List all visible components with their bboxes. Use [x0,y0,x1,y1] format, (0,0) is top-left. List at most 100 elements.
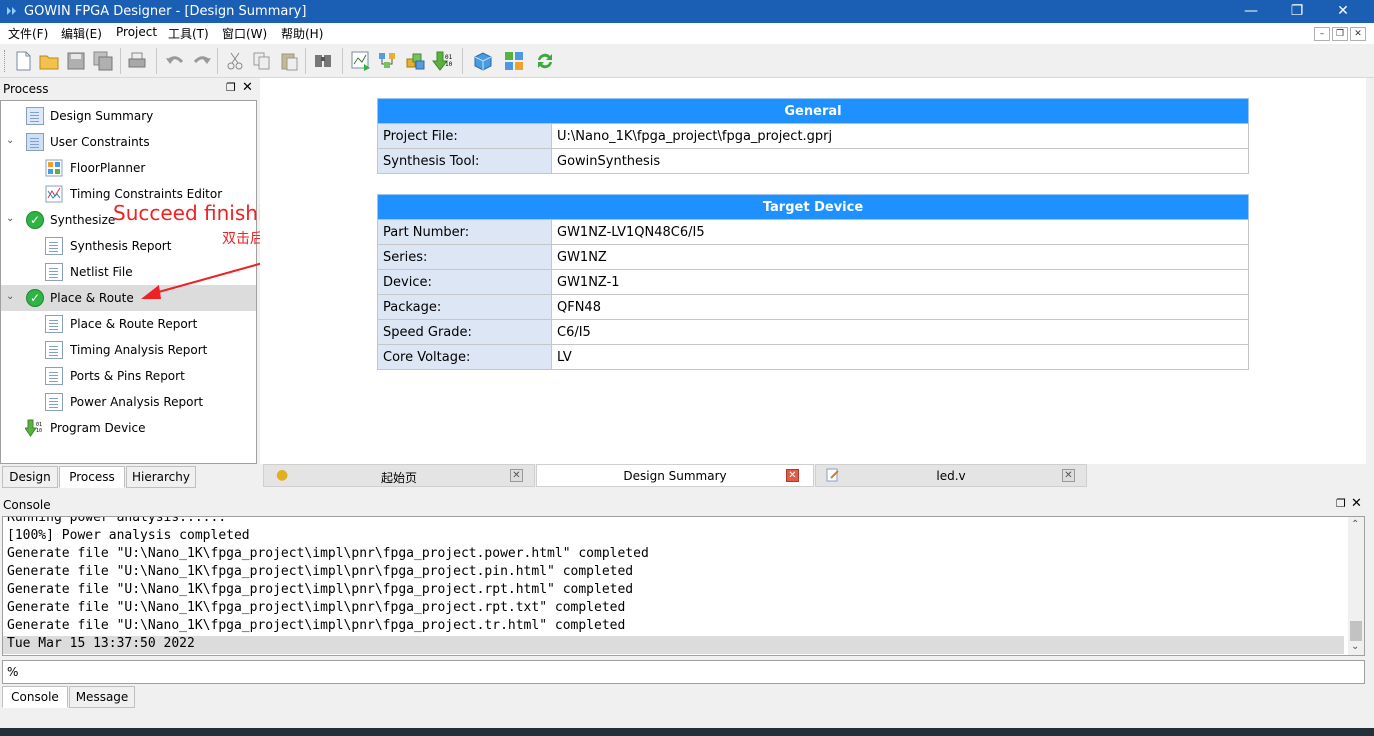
doc-tab-design-summary[interactable]: Design Summary ✕ [536,464,814,487]
process-item-program-device[interactable]: 01 10 Program Device [1,415,256,441]
synthesize-run-icon[interactable] [350,50,372,72]
process-item-timing-analysis-report[interactable]: Timing Analysis Report [1,337,256,363]
save-icon[interactable] [65,50,87,72]
redo-icon[interactable] [191,50,213,72]
float-panel-icon[interactable]: ❐ [1336,497,1346,510]
maximize-button[interactable]: ❐ [1274,0,1320,23]
toolbar-separator [462,48,463,74]
console-line: Tue Mar 15 13:37:50 2022 [7,636,195,651]
close-panel-icon[interactable]: ✕ [242,80,253,95]
tab-process[interactable]: Process [59,466,125,488]
close-tab-icon[interactable]: ✕ [510,469,523,482]
close-window-button[interactable]: ✕ [1320,0,1366,23]
tab-message[interactable]: Message [69,686,135,708]
floorplanner-icon[interactable] [503,50,525,72]
program-device-icon[interactable]: 0110 [431,50,453,72]
close-tab-icon[interactable]: ✕ [1062,469,1075,482]
console-header: Console ❐ ✕ [0,496,1374,514]
mdi-minimize-button[interactable]: – [1314,27,1330,41]
row-value: U:\Nano_1K\fpga_project\fpga_project.gpr… [551,123,1249,149]
scrollbar-thumb[interactable] [1350,621,1362,641]
ip-core-icon[interactable] [472,50,494,72]
menu-tools[interactable]: 工具(T) [168,25,209,42]
table-row: Synthesis Tool: GowinSynthesis [377,148,1249,174]
process-item-label: Netlist File [70,265,133,279]
find-icon[interactable] [312,50,334,72]
chevron-down-icon[interactable]: ⌄ [6,135,14,146]
toolbar-separator [342,48,343,74]
doc-tab-label: 起始页 [380,471,417,485]
process-item-label: Design Summary [50,109,154,123]
refresh-icon[interactable] [534,50,556,72]
scroll-up-icon[interactable]: ⌃ [1351,519,1359,530]
menu-file[interactable]: 文件(F) [8,25,48,42]
target-device-table: Target Device Part Number: GW1NZ-LV1QN48C… [377,194,1249,370]
row-key: Series: [377,244,552,270]
doc-tab-led-v[interactable]: led.v ✕ [815,464,1087,487]
doc-tab-start-page[interactable]: ● 起始页 ✕ [263,464,535,487]
mdi-restore-button[interactable]: ❐ [1332,27,1348,41]
annotation-arrow [141,260,271,299]
gowin-logo-icon [7,7,16,15]
row-key: Part Number: [377,219,552,245]
print-icon[interactable] [126,50,148,72]
constraints-icon [26,133,44,151]
row-value: GW1NZ-1 [551,269,1249,295]
floorplanner-icon [45,159,63,177]
console-scrollbar[interactable]: ⌃ ⌄ [1348,517,1364,655]
menu-bar: 文件(F) 编辑(E) Project 工具(T) 窗口(W) 帮助(H) [0,23,1374,44]
process-item-label: FloorPlanner [70,161,146,175]
paste-icon[interactable] [278,50,300,72]
chevron-down-icon[interactable]: ⌄ [6,291,14,302]
tab-design[interactable]: Design [2,466,58,488]
menu-project[interactable]: Project [116,25,157,39]
cut-icon[interactable] [224,50,246,72]
new-file-icon[interactable] [12,50,34,72]
download-icon: 0110 [25,419,42,437]
console-command-input[interactable]: % [2,660,1365,684]
menu-help[interactable]: 帮助(H) [281,25,323,42]
process-item-design-summary[interactable]: Design Summary [1,103,256,129]
tab-hierarchy[interactable]: Hierarchy [126,466,196,488]
success-check-icon: ✓ [26,289,44,307]
row-key: Package: [377,294,552,320]
svg-text:01: 01 [445,54,453,61]
close-panel-icon[interactable]: ✕ [1351,496,1362,511]
table-row: Part Number: GW1NZ-LV1QN48C6/I5 [377,219,1249,245]
console-output[interactable]: Running power analysis...... [100%] Powe… [2,516,1365,656]
row-key: Core Voltage: [377,344,552,370]
process-item-label: Timing Analysis Report [70,343,208,357]
undo-icon[interactable] [164,50,186,72]
menu-edit[interactable]: 编辑(E) [61,25,102,42]
doc-tab-label: Design Summary [623,469,727,483]
process-item-floorplanner[interactable]: FloorPlanner [1,155,256,181]
process-item-place-route-report[interactable]: Place & Route Report [1,311,256,337]
close-tab-icon[interactable]: ✕ [786,469,799,482]
scroll-down-icon[interactable]: ⌄ [1351,641,1359,652]
row-value: QFN48 [551,294,1249,320]
program-run-icon[interactable] [404,50,426,72]
process-panel-title: Process [3,82,49,96]
toolbar: 01 10 [0,44,1374,78]
open-folder-icon[interactable] [38,50,60,72]
table-row: Series: GW1NZ [377,244,1249,270]
tab-console[interactable]: Console [2,686,68,708]
chevron-down-icon[interactable]: ⌄ [6,213,14,224]
process-item-user-constraints[interactable]: ⌄ User Constraints [1,129,256,155]
process-item-ports-pins-report[interactable]: Ports & Pins Report [1,363,256,389]
float-panel-icon[interactable]: ❐ [226,81,236,94]
process-panel-header: Process ❐ ✕ [0,80,257,99]
save-all-icon[interactable] [92,50,114,72]
process-item-power-analysis-report[interactable]: Power Analysis Report [1,389,256,415]
console-title: Console [3,498,51,512]
app-window: GOWIN FPGA Designer - [Design Summary] —… [0,0,1374,736]
toolbar-grip [4,50,7,72]
console-line: Generate file "U:\Nano_1K\fpga_project\i… [7,582,634,597]
doc-tab-label: led.v [936,469,966,483]
minimize-button[interactable]: — [1228,0,1274,23]
console-line: Running power analysis...... [7,516,227,525]
mdi-close-button[interactable]: ✕ [1350,27,1366,41]
copy-icon[interactable] [251,50,273,72]
place-route-run-icon[interactable] [377,50,399,72]
menu-window[interactable]: 窗口(W) [222,25,267,42]
